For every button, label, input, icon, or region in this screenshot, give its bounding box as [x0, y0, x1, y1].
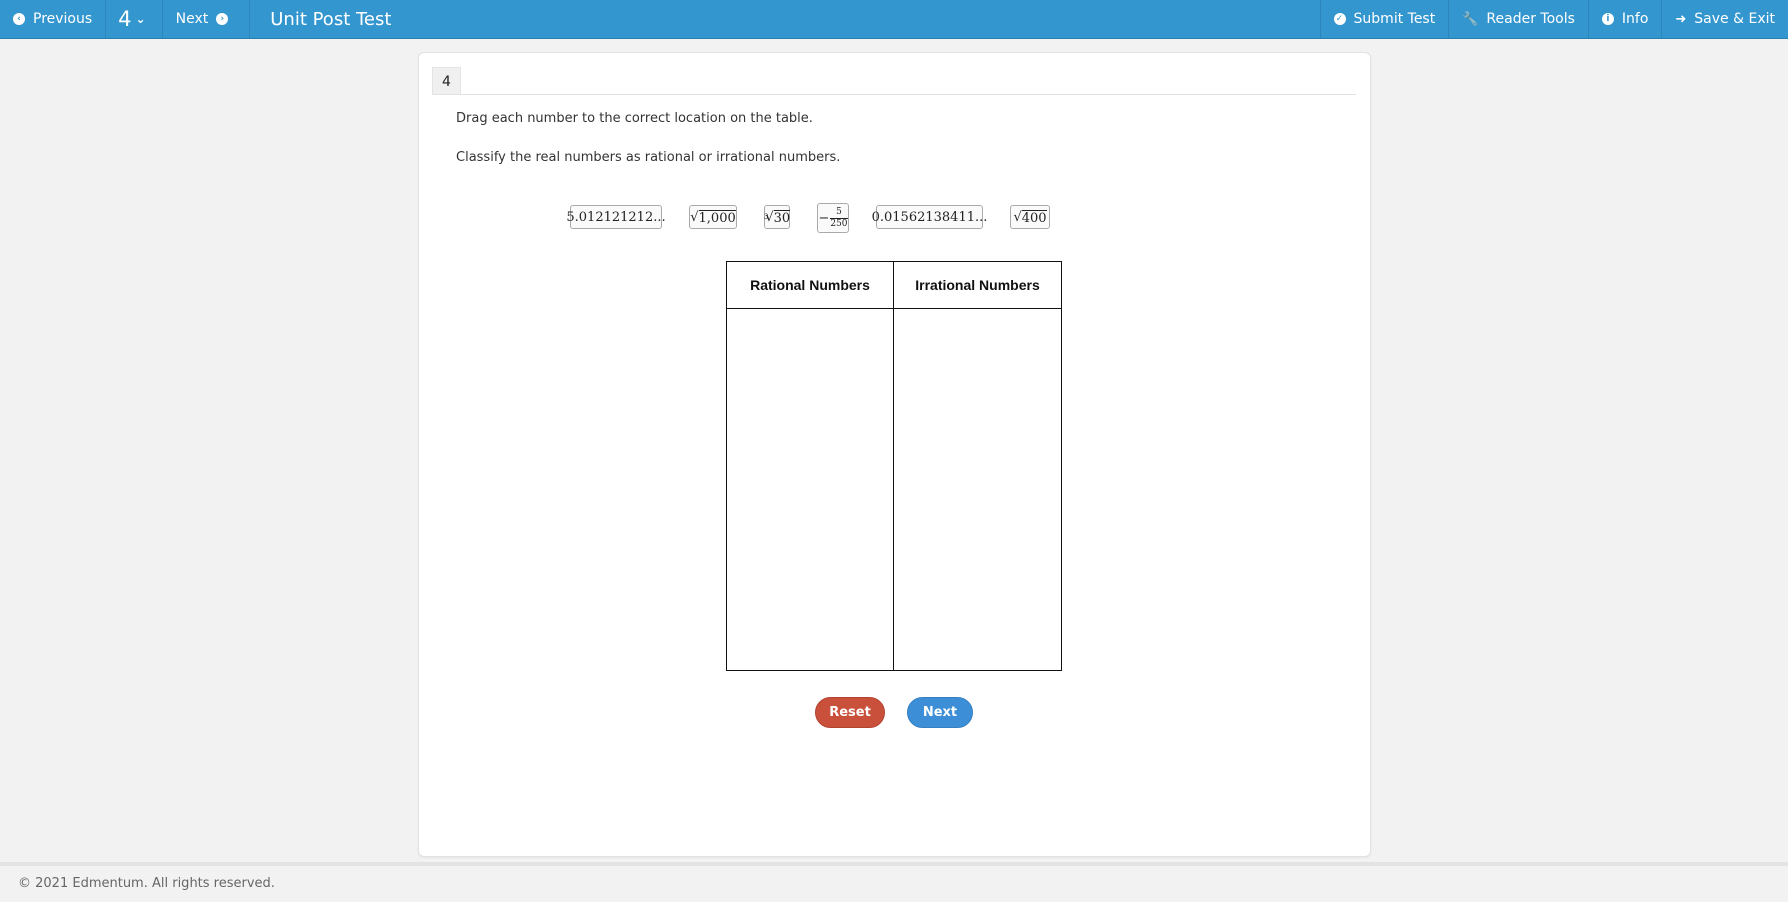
question-number: 4 — [118, 7, 132, 31]
next-question-button[interactable]: Next › — [163, 0, 251, 38]
radical-icon: √ — [1013, 209, 1022, 225]
sign-out-icon: ➜ — [1675, 11, 1687, 27]
instruction-drag: Drag each number to the correct location… — [456, 111, 813, 126]
wrench-icon: 🔧 — [1462, 11, 1479, 27]
tile-repeating-decimal[interactable]: 5.012121212... — [566, 205, 666, 229]
classification-table: Rational Numbers Irrational Numbers — [726, 261, 1062, 671]
submit-test-label: Submit Test — [1353, 11, 1436, 27]
save-exit-button[interactable]: ➜ Save & Exit — [1661, 0, 1788, 38]
tile-6-radicand: 400 — [1021, 209, 1047, 226]
instruction-classify: Classify the real numbers as rational or… — [456, 150, 841, 165]
tile-4-fraction: 5 250 — [830, 206, 848, 229]
arrow-right-circle-icon: › — [216, 13, 229, 25]
tile-4-denominator: 250 — [830, 218, 848, 229]
previous-button[interactable]: ‹ Previous — [0, 0, 107, 38]
reader-tools-label: Reader Tools — [1486, 11, 1575, 27]
save-exit-label: Save & Exit — [1694, 11, 1775, 27]
rational-header: Rational Numbers — [750, 277, 870, 293]
check-circle-icon: ✓ — [1333, 13, 1346, 25]
irrational-header: Irrational Numbers — [915, 277, 1040, 293]
tile-4-numerator: 5 — [836, 206, 842, 217]
tile-cube-root-30[interactable]: 3 √ 30 — [764, 205, 791, 229]
previous-label: Previous — [33, 11, 93, 27]
irrational-drop-zone[interactable] — [894, 309, 1061, 671]
arrow-left-circle-icon: ‹ — [13, 13, 25, 25]
tile-sqrt-1000[interactable]: √ 1,000 — [689, 205, 737, 229]
divider — [432, 94, 1356, 95]
next-label: Next — [175, 11, 209, 27]
tile-5-text: 0.01562138411... — [871, 209, 988, 225]
info-button[interactable]: i Info — [1587, 0, 1662, 38]
next-button[interactable]: Next — [907, 697, 973, 728]
tile-2-radicand: 1,000 — [698, 209, 736, 226]
tile-4-sign: − — [818, 210, 830, 226]
chevron-down-icon: ⌄ — [135, 12, 146, 26]
info-label: Info — [1621, 11, 1649, 27]
reset-button[interactable]: Reset — [815, 697, 885, 728]
question-tab: 4 — [432, 67, 461, 95]
top-toolbar: ‹ Previous 4 ⌄ Next › Unit Post Test ✓ S… — [0, 0, 1788, 39]
info-icon: i — [1601, 13, 1614, 25]
tile-negative-fraction[interactable]: − 5 250 — [817, 203, 849, 233]
tile-nonrepeating-decimal[interactable]: 0.01562138411... — [872, 205, 987, 229]
question-number-dropdown[interactable]: 4 ⌄ — [106, 0, 163, 38]
footer-divider — [0, 862, 1788, 866]
tile-3-radicand: 30 — [773, 209, 791, 226]
radical-icon: √ — [690, 209, 699, 225]
test-title: Unit Post Test — [270, 8, 392, 30]
tile-sqrt-400[interactable]: √ 400 — [1010, 205, 1050, 229]
rational-drop-zone[interactable] — [727, 309, 893, 671]
submit-test-button[interactable]: ✓ Submit Test — [1319, 0, 1449, 38]
reader-tools-button[interactable]: 🔧 Reader Tools — [1448, 0, 1588, 38]
copyright-text: © 2021 Edmentum. All rights reserved. — [18, 876, 275, 891]
tile-1-text: 5.012121212... — [566, 209, 666, 225]
radical-icon: √ — [765, 209, 774, 225]
